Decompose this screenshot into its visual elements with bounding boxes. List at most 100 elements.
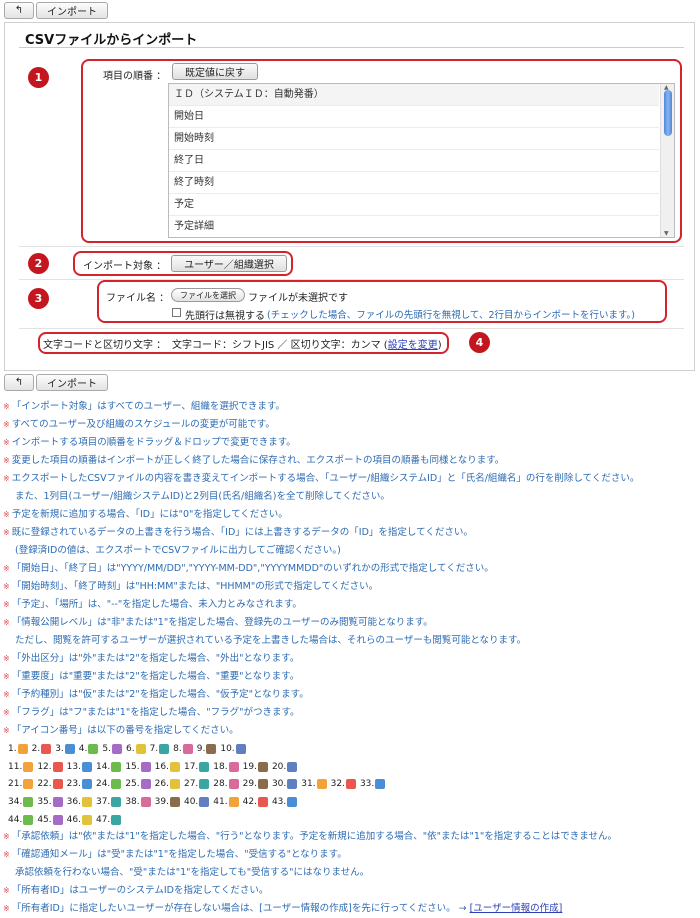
note-line: ※ 「承認依頼」は"依"または"1"を指定した場合、"行う"となります。予定を新規… xyxy=(3,828,697,846)
create-user-link[interactable]: [ユーザー情報の作成] xyxy=(470,903,563,914)
schedule-icon xyxy=(206,743,217,754)
note-text: 「承認依頼」は"依"または"1"を指定した場合、"行う"となります。予定を新規に… xyxy=(11,831,617,843)
note-line: (登録済IDの値は、エクスポートでCSVファイルに出力してご確認ください。) xyxy=(3,542,697,560)
change-settings-link[interactable]: 設定を変更 xyxy=(388,340,438,351)
icon-number-item: 1. xyxy=(8,743,31,754)
icon-number-label: 3. xyxy=(55,743,64,754)
schedule-icon xyxy=(88,743,99,754)
skip-header-checkbox[interactable] xyxy=(172,308,181,317)
icon-number-label: 13. xyxy=(66,761,81,772)
scroll-down-icon[interactable]: ▼ xyxy=(664,230,669,237)
row-divider xyxy=(19,246,684,247)
icon-number-label: 25. xyxy=(125,779,140,790)
icon-number-item: 18. xyxy=(213,761,241,772)
schedule-icon xyxy=(169,796,180,807)
note-text: 「外出区分」は"外"または"2"を指定した場合、"外出"となります。 xyxy=(11,653,300,664)
note-mark: ※ xyxy=(3,402,10,411)
callout-3: 3 xyxy=(28,288,49,309)
reset-order-button[interactable]: 既定値に戻す xyxy=(172,63,258,80)
schedule-icon xyxy=(228,796,239,807)
icon-number-item: 33. xyxy=(359,779,388,790)
schedule-icon xyxy=(257,796,268,807)
note-line: ※ 「外出区分」は"外"または"2"を指定した場合、"外出"となります。 xyxy=(3,650,697,668)
choose-file-button[interactable]: ファイルを選択 xyxy=(171,288,245,302)
note-mark: ※ xyxy=(3,474,10,483)
list-item[interactable]: 開始時刻 xyxy=(169,128,659,150)
notes-section: ※ 「インポート対象」はすべてのユーザー、組織を選択できます。 ※ すべてのユーザー及… xyxy=(3,398,697,918)
note-mark: ※ xyxy=(3,726,10,735)
icon-number-item: 8. xyxy=(173,743,196,754)
schedule-icon xyxy=(235,743,246,754)
icon-number-item: 36. xyxy=(67,796,95,807)
note-mark: ※ xyxy=(3,528,10,537)
note-text: すべてのユーザー及び組織のスケジュールの変更が可能です。 xyxy=(11,419,275,430)
icon-number-label: 18. xyxy=(213,761,228,772)
icon-number-item: 28. xyxy=(213,779,241,790)
import-button-bottom[interactable]: インポート xyxy=(36,374,108,391)
list-scrollbar[interactable]: ▲ ▼ xyxy=(660,84,674,237)
list-item[interactable]: 終了日 xyxy=(169,150,659,172)
back-button[interactable]: ↰ xyxy=(4,2,34,19)
note-mark: ※ xyxy=(3,654,10,663)
icon-number-label: 21. xyxy=(8,779,23,790)
icon-number-item: 14. xyxy=(95,761,124,772)
back-button-bottom[interactable]: ↰ xyxy=(4,374,34,391)
icon-number-label: 14. xyxy=(95,761,111,772)
note-text: 「確認通知メール」は"受"または"1"を指定した場合、"受信する"となります。 xyxy=(11,849,347,861)
icon-number-label: 11. xyxy=(8,761,23,772)
list-item[interactable]: 開始日 xyxy=(169,106,659,128)
list-item[interactable]: ＩＤ（システムＩＤ：自動発番） xyxy=(169,84,659,106)
note-text: 「予定」、「場所」は、"--"を指定した場合、未入力とみなされます。 xyxy=(11,599,302,610)
icon-number-item: 40. xyxy=(184,796,212,807)
list-item[interactable]: 予定 xyxy=(169,194,659,216)
callout-1: 1 xyxy=(28,67,49,88)
note-mark: ※ xyxy=(3,904,10,914)
icon-number-item: 27. xyxy=(184,779,212,790)
icon-number-label: 22. xyxy=(37,779,52,790)
note-mark: ※ xyxy=(3,832,10,842)
note-text: 「所有者ID」はユーザーのシステムIDを指定してください。 xyxy=(11,885,269,897)
list-item[interactable]: 予定詳細 xyxy=(169,216,659,237)
note-text: 「所有者ID」に指定したいユーザーが存在しない場合は、[ユーザー情報の作成]を先… xyxy=(11,903,470,915)
icon-number-item: 15. xyxy=(125,761,153,772)
order-label: 項目の順番 ： xyxy=(103,71,167,82)
icon-number-item: 45. xyxy=(37,814,65,825)
note-text: 「予約種別」は"仮"または"2"を指定した場合、"仮予定"となります。 xyxy=(11,689,309,700)
icon-number-label: 33. xyxy=(359,779,375,790)
icon-number-label: 46. xyxy=(66,814,81,825)
note-mark: ※ xyxy=(3,672,10,681)
icon-number-item: 3. xyxy=(55,743,78,754)
schedule-icon xyxy=(52,796,63,807)
title-divider xyxy=(19,47,684,48)
note-text: 「開始時刻」、「終了時刻」は"HH:MM"または、"HHMM"の形式で指定してく… xyxy=(11,581,379,592)
icon-number-label: 2. xyxy=(31,743,41,754)
skip-header-note: (チェックした場合、ファイルの先頭行を無視して、2行目からインポートを行います。… xyxy=(267,310,635,321)
icon-number-item: 39. xyxy=(154,796,183,807)
schedule-icon xyxy=(135,743,146,754)
note-line: ※ 既に登録されているデータの上書きを行う場合、「ID」には上書きするデータの「I… xyxy=(3,524,697,542)
select-user-org-button[interactable]: ユーザー／組織選択 xyxy=(171,255,287,272)
icon-number-label: 39. xyxy=(154,796,169,807)
icon-number-item: 20. xyxy=(272,761,300,772)
scroll-thumb[interactable] xyxy=(664,90,672,136)
page-title: CSVファイルからインポート xyxy=(25,33,198,48)
icon-number-label: 28. xyxy=(213,779,228,790)
schedule-icon xyxy=(199,796,210,807)
icon-number-item: 43. xyxy=(272,796,300,807)
icon-number-row: 21. 22. 23. 24. 25. 26. 27. 28. 29. 30. 31. 32. 33. xyxy=(3,775,697,793)
icon-number-item: 5. xyxy=(102,743,125,754)
note-mark: ※ xyxy=(3,564,10,573)
note-text: 「重要度」は"重要"または"2"を指定した場合、"重要"となります。 xyxy=(11,671,300,682)
list-item[interactable]: 終了時刻 xyxy=(169,172,659,194)
note-line: また、1列目(ユーザー/組織システムID)と2列目(氏名/組織名)を全て削除して… xyxy=(3,488,697,506)
icon-number-label: 6. xyxy=(125,743,135,754)
icon-number-label: 19. xyxy=(242,761,257,772)
schedule-icon xyxy=(182,743,193,754)
schedule-icon xyxy=(52,761,63,772)
icon-number-label: 44. xyxy=(8,814,23,825)
note-line: ※ 「所有者ID」に指定したいユーザーが存在しない場合は、[ユーザー情報の作成]を… xyxy=(3,900,697,918)
icon-number-item: 44. xyxy=(8,814,36,825)
import-button[interactable]: インポート xyxy=(36,2,108,19)
note-line: ※ 「予約種別」は"仮"または"2"を指定した場合、"仮予定"となります。 xyxy=(3,686,697,704)
order-list[interactable]: ＩＤ（システムＩＤ：自動発番） 開始日 開始時刻 終了日 終了時刻 予定 予定詳… xyxy=(168,83,675,238)
